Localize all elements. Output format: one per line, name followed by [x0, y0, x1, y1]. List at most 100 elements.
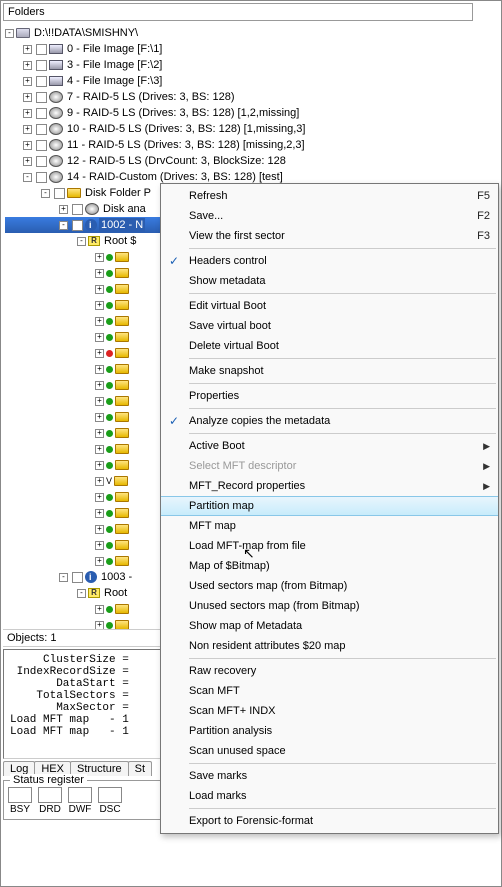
menu-item[interactable]: Load marks	[161, 786, 498, 806]
tree-item-label[interactable]: 9 - RAID-5 LS (Drives: 3, BS: 128) [1,2,…	[65, 106, 299, 120]
tree-item-label[interactable]: 11 - RAID-5 LS (Drives: 3, BS: 128) [mis…	[65, 138, 305, 152]
context-menu[interactable]: RefreshF5Save...F2View the first sectorF…	[160, 183, 499, 834]
menu-item[interactable]: Save...F2	[161, 206, 498, 226]
tree-expander[interactable]: +	[95, 381, 104, 390]
tree-item-label[interactable]: Root	[102, 586, 127, 600]
tree-checkbox[interactable]	[36, 124, 47, 135]
tree-item-label[interactable]: 4 - File Image [F:\3]	[65, 74, 162, 88]
tree-item-label[interactable]: 1003 -	[99, 570, 132, 584]
tree-expander[interactable]: +	[95, 253, 104, 262]
menu-item[interactable]: Load MFT-map from file	[161, 536, 498, 556]
menu-item[interactable]: Scan MFT+ INDX	[161, 701, 498, 721]
menu-item[interactable]: ✓Headers control	[161, 251, 498, 271]
menu-item[interactable]: Make snapshot	[161, 361, 498, 381]
menu-item[interactable]: Scan MFT	[161, 681, 498, 701]
menu-item[interactable]: Partition analysis	[161, 721, 498, 741]
tree-expander[interactable]: +	[95, 349, 104, 358]
tree-checkbox[interactable]	[36, 156, 47, 167]
tree-checkbox[interactable]	[36, 44, 47, 55]
tree-item-label[interactable]: 3 - File Image [F:\2]	[65, 58, 162, 72]
tree-checkbox[interactable]	[36, 108, 47, 119]
tree-expander[interactable]: +	[59, 205, 68, 214]
tree-expander[interactable]: -	[5, 29, 14, 38]
tree-expander[interactable]: -	[77, 589, 86, 598]
tree-expander[interactable]: +	[95, 621, 104, 630]
tree-expander[interactable]: -	[23, 173, 32, 182]
tree-checkbox[interactable]	[36, 140, 47, 151]
menu-item[interactable]: Export to Forensic-format	[161, 811, 498, 831]
menu-item[interactable]: MFT map	[161, 516, 498, 536]
menu-item[interactable]: ✓Analyze copies the metadata	[161, 411, 498, 431]
tree-expander[interactable]: +	[95, 541, 104, 550]
tree-expander[interactable]: +	[23, 77, 32, 86]
tree-expander[interactable]: +	[95, 285, 104, 294]
tree-expander[interactable]: +	[23, 125, 32, 134]
tree-expander[interactable]: +	[95, 461, 104, 470]
menu-item-label: Save...	[187, 210, 477, 222]
tree-item-label[interactable]: Root $	[102, 234, 136, 248]
tree-item-label[interactable]: 12 - RAID-5 LS (DrvCount: 3, BlockSize: …	[65, 154, 286, 168]
tree-expander[interactable]: +	[23, 45, 32, 54]
tree-expander[interactable]: +	[95, 509, 104, 518]
tree-expander[interactable]: -	[77, 237, 86, 246]
tree-item-label[interactable]: Disk ana	[101, 202, 146, 216]
tree-expander[interactable]: +	[95, 413, 104, 422]
tree-expander[interactable]: +	[23, 61, 32, 70]
tree-item-label[interactable]: Disk Folder P	[83, 186, 151, 200]
menu-item[interactable]: Used sectors map (from Bitmap)	[161, 576, 498, 596]
menu-item[interactable]: Raw recovery	[161, 661, 498, 681]
tree-expander[interactable]: +	[95, 477, 104, 486]
menu-item[interactable]: Delete virtual Boot	[161, 336, 498, 356]
tree-expander[interactable]: +	[95, 397, 104, 406]
tree-expander[interactable]: +	[95, 493, 104, 502]
menu-item[interactable]: Partition map	[161, 496, 498, 516]
menu-item[interactable]: Show metadata	[161, 271, 498, 291]
tree-expander[interactable]: +	[95, 557, 104, 566]
menu-item[interactable]: Save marks	[161, 766, 498, 786]
menu-item-label: Used sectors map (from Bitmap)	[187, 580, 490, 592]
tree-expander[interactable]: +	[23, 109, 32, 118]
menu-item[interactable]: Scan unused space	[161, 741, 498, 761]
menu-item[interactable]: RefreshF5	[161, 186, 498, 206]
menu-item[interactable]: Save virtual boot	[161, 316, 498, 336]
tree-checkbox[interactable]	[72, 220, 83, 231]
tree-item-label[interactable]: 1002 - N	[99, 218, 145, 232]
tree-expander[interactable]: +	[95, 333, 104, 342]
tree-checkbox[interactable]	[72, 572, 83, 583]
tree-expander[interactable]: -	[41, 189, 50, 198]
tree-expander[interactable]: -	[59, 573, 68, 582]
tree-expander[interactable]: +	[95, 269, 104, 278]
tree-checkbox[interactable]	[36, 60, 47, 71]
menu-item[interactable]: View the first sectorF3	[161, 226, 498, 246]
tree-expander[interactable]: -	[59, 221, 68, 230]
tree-checkbox[interactable]	[36, 92, 47, 103]
tree-checkbox[interactable]	[36, 172, 47, 183]
menu-item[interactable]: Active Boot▶	[161, 436, 498, 456]
tree-item-label[interactable]: 7 - RAID-5 LS (Drives: 3, BS: 128)	[65, 90, 235, 104]
tree-item-label[interactable]: 14 - RAID-Custom (Drives: 3, BS: 128) [t…	[65, 170, 283, 184]
tree-expander[interactable]: +	[23, 141, 32, 150]
menu-item[interactable]: Unused sectors map (from Bitmap)	[161, 596, 498, 616]
tree-expander[interactable]: +	[95, 301, 104, 310]
menu-item[interactable]: MFT_Record properties▶	[161, 476, 498, 496]
tree-expander[interactable]: +	[95, 445, 104, 454]
tree-expander[interactable]: +	[95, 365, 104, 374]
menu-item[interactable]: Show map of Metadata	[161, 616, 498, 636]
tree-expander[interactable]: +	[23, 93, 32, 102]
menu-item[interactable]: Properties	[161, 386, 498, 406]
tree-expander[interactable]: +	[23, 157, 32, 166]
tree-checkbox[interactable]	[54, 188, 65, 199]
menu-item[interactable]: Edit virtual Boot	[161, 296, 498, 316]
menu-item[interactable]: Map of $Bitmap)	[161, 556, 498, 576]
tab-st[interactable]: St	[128, 761, 152, 776]
tree-expander[interactable]: +	[95, 317, 104, 326]
tree-item-label[interactable]: D:\!!DATA\SMISHNY\	[32, 26, 138, 40]
tree-expander[interactable]: +	[95, 429, 104, 438]
tree-item-label[interactable]: 0 - File Image [F:\1]	[65, 42, 162, 56]
tree-checkbox[interactable]	[36, 76, 47, 87]
menu-item[interactable]: Non resident attributes $20 map	[161, 636, 498, 656]
tree-checkbox[interactable]	[72, 204, 83, 215]
tree-expander[interactable]: +	[95, 605, 104, 614]
tree-expander[interactable]: +	[95, 525, 104, 534]
tree-item-label[interactable]: 10 - RAID-5 LS (Drives: 3, BS: 128) [1,m…	[65, 122, 305, 136]
